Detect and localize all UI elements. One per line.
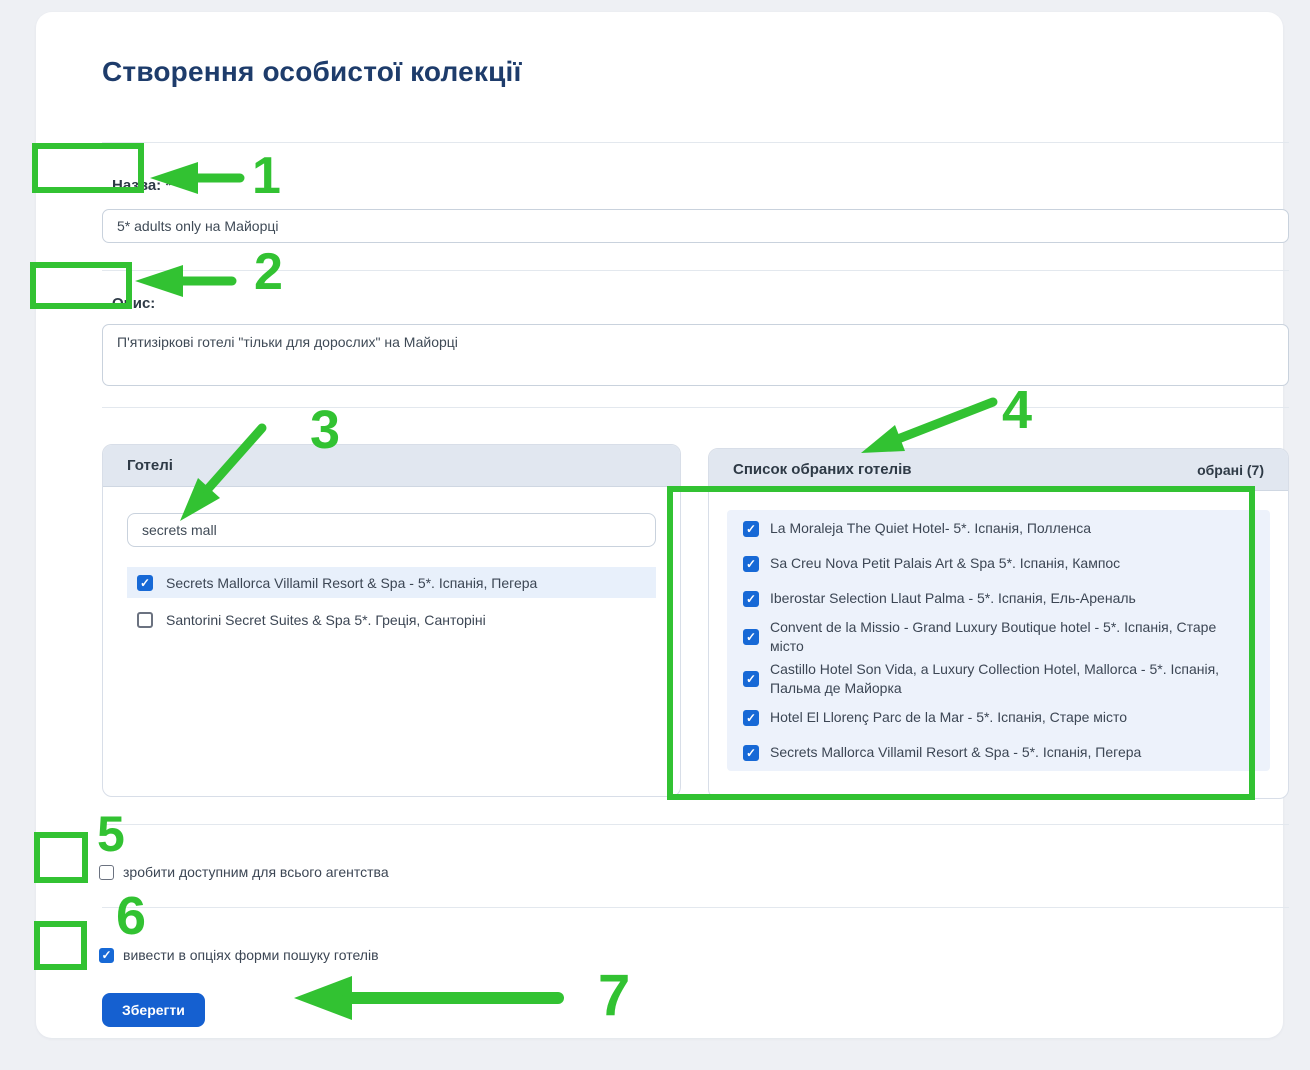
selected-count-badge: обрані (7) bbox=[1197, 462, 1264, 478]
hotel-search-results: ✓ Secrets Mallorca Villamil Resort & Spa… bbox=[127, 567, 656, 635]
list-item[interactable]: ✓ Convent de la Missio - Grand Luxury Bo… bbox=[727, 616, 1270, 658]
hotel-search-input[interactable] bbox=[127, 513, 656, 547]
divider bbox=[102, 824, 1289, 825]
hotel-label: Sa Creu Nova Petit Palais Art & Spa 5*. … bbox=[770, 554, 1120, 573]
checkmark-icon: ✓ bbox=[746, 523, 756, 535]
list-item[interactable]: ✓ Santorini Secret Suites & Spa 5*. Грец… bbox=[127, 604, 656, 635]
hotel-checkbox[interactable]: ✓ bbox=[137, 575, 153, 591]
agency-option-label: зробити доступним для всього агентства bbox=[123, 864, 389, 880]
hotels-search-panel: Готелі ✓ Secrets Mallorca Villamil Resor… bbox=[102, 444, 681, 797]
list-item[interactable]: ✓ Iberostar Selection Llaut Palma - 5*. … bbox=[727, 581, 1270, 616]
list-item[interactable]: ✓ La Moraleja The Quiet Hotel- 5*. Іспан… bbox=[727, 511, 1270, 546]
list-item[interactable]: ✓ Secrets Mallorca Villamil Resort & Spa… bbox=[727, 735, 1270, 770]
description-label: Опис: bbox=[112, 295, 155, 312]
list-item[interactable]: ✓ Hotel El Llorenç Parc de la Mar - 5*. … bbox=[727, 700, 1270, 735]
hotel-label: Hotel El Llorenç Parc de la Mar - 5*. Іс… bbox=[770, 708, 1127, 727]
checkmark-icon: ✓ bbox=[746, 631, 756, 643]
agency-checkbox[interactable]: ✓ bbox=[99, 865, 114, 880]
checkmark-icon: ✓ bbox=[101, 949, 111, 961]
name-label: Назва: * bbox=[112, 177, 171, 194]
selected-panel-header: Список обраних готелів обрані (7) bbox=[709, 449, 1288, 491]
page-title: Створення особистої колекції bbox=[102, 56, 522, 88]
divider bbox=[102, 270, 1289, 271]
selected-hotels-list: ✓ La Moraleja The Quiet Hotel- 5*. Іспан… bbox=[727, 510, 1270, 771]
hotel-label: Convent de la Missio - Grand Luxury Bout… bbox=[770, 618, 1248, 656]
search-form-checkbox[interactable]: ✓ bbox=[99, 948, 114, 963]
hotel-checkbox[interactable]: ✓ bbox=[743, 591, 759, 607]
hotels-panel-header: Готелі bbox=[103, 445, 680, 487]
list-item[interactable]: ✓ Sa Creu Nova Petit Palais Art & Spa 5*… bbox=[727, 546, 1270, 581]
option-search-form-row[interactable]: ✓ вивести в опціях форми пошуку готелів bbox=[99, 947, 379, 963]
save-button[interactable]: Зберегти bbox=[102, 993, 205, 1027]
checkmark-icon: ✓ bbox=[746, 593, 756, 605]
list-item[interactable]: ✓ Castillo Hotel Son Vida, a Luxury Coll… bbox=[727, 658, 1270, 700]
hotels-panel-body: ✓ Secrets Mallorca Villamil Resort & Spa… bbox=[103, 487, 680, 635]
selected-hotels-panel: Список обраних готелів обрані (7) ✓ La M… bbox=[708, 448, 1289, 799]
hotel-checkbox[interactable]: ✓ bbox=[743, 556, 759, 572]
search-form-option-label: вивести в опціях форми пошуку готелів bbox=[123, 947, 379, 963]
hotel-label: Santorini Secret Suites & Spa 5*. Греція… bbox=[166, 612, 486, 628]
description-textarea[interactable]: П'ятизіркові готелі "тільки для дорослих… bbox=[102, 324, 1289, 386]
hotels-panel-title: Готелі bbox=[127, 457, 173, 474]
checkmark-icon: ✓ bbox=[746, 747, 756, 759]
divider bbox=[102, 407, 1289, 408]
list-item[interactable]: ✓ Secrets Mallorca Villamil Resort & Spa… bbox=[127, 567, 656, 598]
hotel-label: Secrets Mallorca Villamil Resort & Spa -… bbox=[770, 743, 1141, 762]
hotel-label: Castillo Hotel Son Vida, a Luxury Collec… bbox=[770, 660, 1248, 698]
hotel-label: Secrets Mallorca Villamil Resort & Spa -… bbox=[166, 575, 537, 591]
selected-panel-title: Список обраних готелів bbox=[733, 461, 911, 478]
create-collection-card: Створення особистої колекції Назва: * Оп… bbox=[36, 12, 1283, 1038]
divider bbox=[102, 907, 1289, 908]
name-input[interactable] bbox=[102, 209, 1289, 243]
hotel-checkbox[interactable]: ✓ bbox=[743, 671, 759, 687]
hotel-label: Iberostar Selection Llaut Palma - 5*. Іс… bbox=[770, 589, 1136, 608]
hotel-checkbox[interactable]: ✓ bbox=[137, 612, 153, 628]
divider bbox=[102, 142, 1289, 143]
hotel-label: La Moraleja The Quiet Hotel- 5*. Іспанія… bbox=[770, 519, 1091, 538]
checkmark-icon: ✓ bbox=[746, 712, 756, 724]
hotel-checkbox[interactable]: ✓ bbox=[743, 521, 759, 537]
checkmark-icon: ✓ bbox=[140, 577, 150, 589]
checkmark-icon: ✓ bbox=[746, 558, 756, 570]
hotel-checkbox[interactable]: ✓ bbox=[743, 745, 759, 761]
checkmark-icon: ✓ bbox=[746, 673, 756, 685]
hotel-checkbox[interactable]: ✓ bbox=[743, 710, 759, 726]
hotel-checkbox[interactable]: ✓ bbox=[743, 629, 759, 645]
option-agency-row[interactable]: ✓ зробити доступним для всього агентства bbox=[99, 864, 389, 880]
